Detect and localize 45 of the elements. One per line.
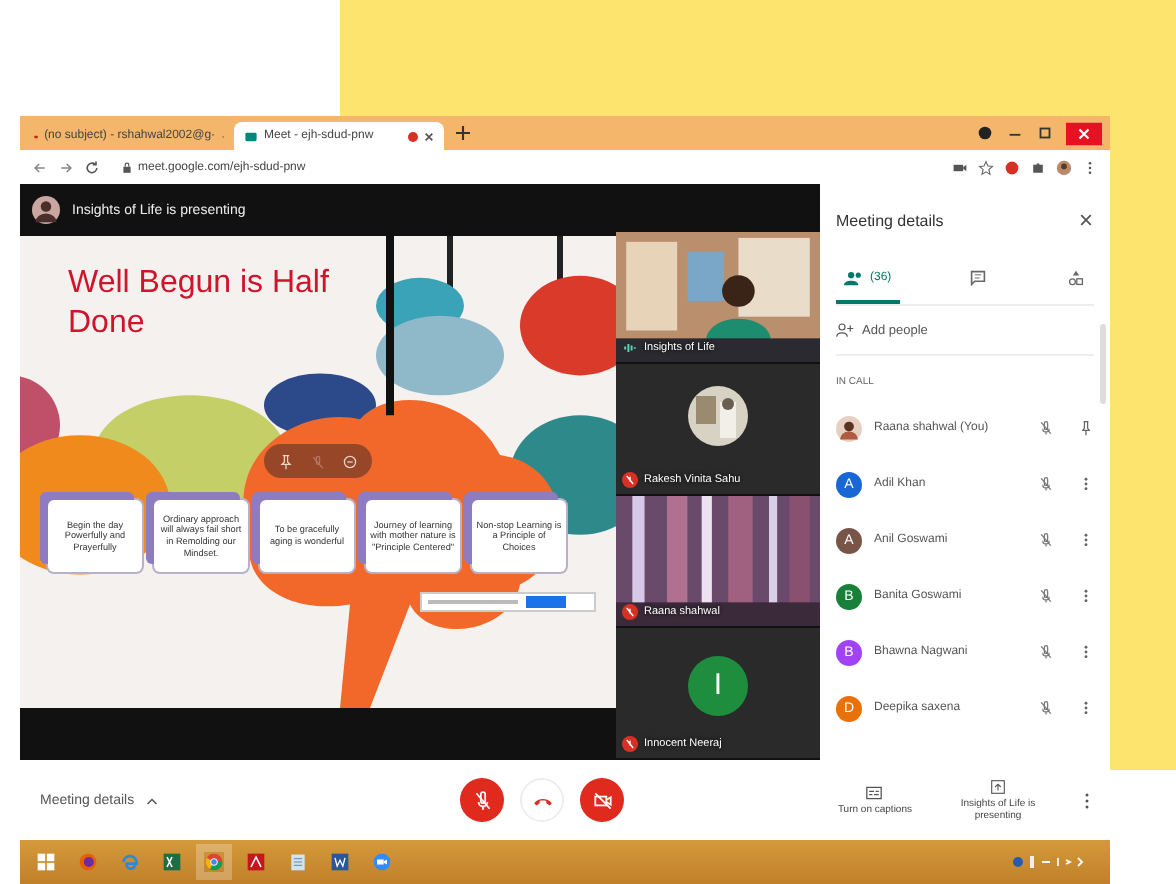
captions-icon <box>866 785 883 799</box>
participant-avatar: I <box>688 655 748 715</box>
camera-button[interactable] <box>580 778 624 822</box>
microphone-button[interactable] <box>460 778 504 822</box>
close-icon[interactable] <box>424 131 434 141</box>
shapes-icon <box>1065 270 1086 286</box>
chat-icon <box>968 270 989 286</box>
camera-icon[interactable] <box>952 159 968 175</box>
mic-off-icon <box>1038 420 1054 436</box>
more-icon[interactable] <box>1084 791 1090 809</box>
add-person-icon <box>836 322 854 338</box>
mic-off-icon <box>1038 476 1054 492</box>
avatar-icon <box>32 196 60 224</box>
back-icon[interactable] <box>32 159 48 175</box>
present-screen-icon <box>990 779 1006 793</box>
mic-off-icon <box>1038 532 1054 548</box>
hang-up-button[interactable] <box>520 778 564 822</box>
avatar-icon[interactable] <box>1056 159 1072 175</box>
lock-icon <box>122 161 132 173</box>
spreadsheet-app-icon[interactable] <box>162 852 182 872</box>
mic-off-icon <box>1038 588 1054 604</box>
mic-off-icon <box>1038 644 1054 660</box>
pin-icon[interactable] <box>1078 420 1094 436</box>
panel-title: Meeting details <box>836 211 944 229</box>
pdf-app-icon[interactable] <box>246 852 266 872</box>
close-icon[interactable] <box>1066 121 1102 145</box>
camera-off-icon <box>591 789 613 811</box>
avatar-icon <box>836 415 862 441</box>
close-icon[interactable] <box>1078 212 1094 228</box>
reload-icon[interactable] <box>84 159 100 175</box>
word-processor-icon[interactable] <box>330 852 350 872</box>
caret-icon <box>146 795 159 805</box>
video-call-app-icon[interactable] <box>372 852 392 872</box>
mic-off-icon <box>471 789 493 811</box>
people-icon <box>844 270 864 286</box>
profile-icon[interactable] <box>976 124 994 142</box>
browser-icon[interactable] <box>78 852 98 872</box>
mic-off-icon <box>1038 700 1054 716</box>
new-tab-icon[interactable] <box>456 126 470 140</box>
forward-icon[interactable] <box>58 159 74 175</box>
tab-favicon-icon <box>244 129 258 143</box>
extension-icon[interactable] <box>1004 159 1020 175</box>
star-icon[interactable] <box>978 159 994 175</box>
maximize-icon[interactable] <box>1036 124 1054 142</box>
windows-start-icon[interactable] <box>36 852 56 872</box>
